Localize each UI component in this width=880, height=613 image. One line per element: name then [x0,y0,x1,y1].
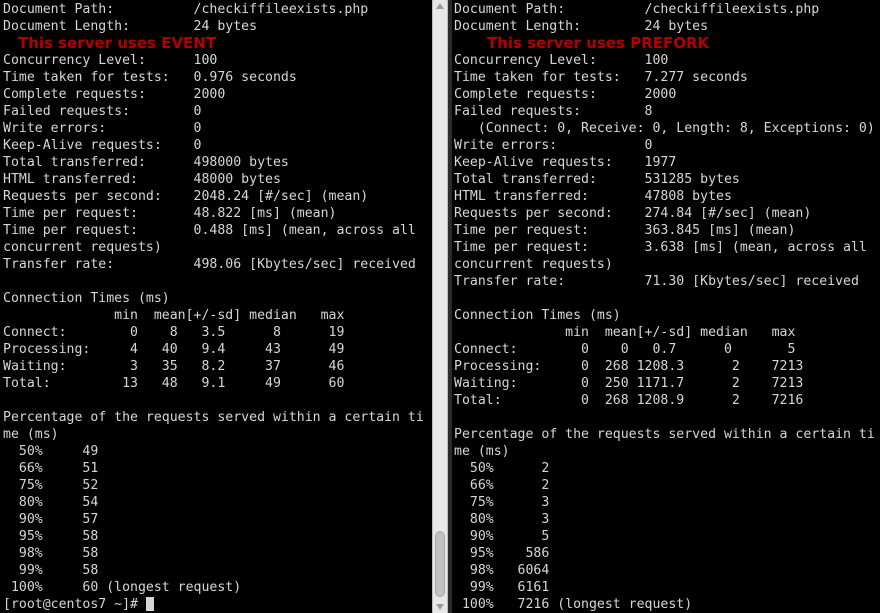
right-server-annotation: This server uses PREFORK [487,34,710,52]
terminal-line: Transfer rate: 498.06 [Kbytes/sec] recei… [3,257,416,272]
terminal-line: 95% 586 [454,546,550,561]
terminal-line: 80% 3 [454,512,550,527]
terminal-line: HTML transferred: 48000 bytes [3,172,281,187]
terminal-line: HTML transferred: 47808 bytes [454,189,732,204]
terminal-line: Document Path: /checkiffileexists.php [3,2,369,17]
terminal-line: Complete requests: 2000 [454,87,677,102]
terminal-line: 98% 58 [3,546,99,561]
terminal-line: Document Length: 24 bytes [454,19,709,34]
scroll-up-arrow-icon[interactable] [436,3,444,9]
left-terminal-pane[interactable]: [root@centos7 ~]# 100% 60 (longest reque… [0,0,432,613]
terminal-line: Failed requests: 8 [454,104,653,119]
terminal-line: concurrent requests) [3,240,162,255]
terminal-line: 66% 51 [3,461,99,476]
terminal-line: Total: 0 268 1208.9 2 7216 [454,393,804,408]
terminal-line: Keep-Alive requests: 0 [3,138,202,153]
terminal-line: concurrent requests) [454,257,613,272]
terminal-line: Document Length: 24 bytes [3,19,258,34]
terminal-line: min mean[+/-sd] median max [3,308,345,323]
terminal-line: 100% 60 (longest request) [3,580,242,595]
terminal-line: 100% 7216 (longest request) [454,597,693,612]
terminal-line: Write errors: 0 [3,121,202,136]
terminal-line: Connection Times (ms) [454,308,621,323]
left-terminal-scrollbar[interactable] [432,0,448,613]
terminal-line: 75% 3 [454,495,550,510]
scrollbar-thumb[interactable] [435,531,445,597]
terminal-line: Total: 13 48 9.1 49 60 [3,376,345,391]
terminal-line: Document Path: /checkiffileexists.php [454,2,820,17]
terminal-line: 99% 58 [3,563,99,578]
terminal-line: 75% 52 [3,478,99,493]
terminal-line: Percentage of the requests served within… [3,410,424,425]
terminal-line: 95% 58 [3,529,99,544]
terminal-line: (Connect: 0, Receive: 0, Length: 8, Exce… [454,121,875,136]
terminal-line: Connect: 0 0 0.7 0 5 [454,342,796,357]
terminal-line: me (ms) [3,427,59,442]
terminal-line: 90% 5 [454,529,550,544]
terminal-line: Waiting: 0 250 1171.7 2 7213 [454,376,804,391]
terminal-line: Requests per second: 274.84 [#/sec] (mea… [454,206,812,221]
terminal-line: Processing: 4 40 9.4 43 49 [3,342,345,357]
terminal-line: Requests per second: 2048.24 [#/sec] (me… [3,189,369,204]
terminal-line: 99% 6161 [454,580,550,595]
scroll-down-arrow-icon[interactable] [436,604,444,610]
terminal-line: 98% 6064 [454,563,550,578]
terminal-line: Concurrency Level: 100 [454,53,669,68]
terminal-line: Total transferred: 498000 bytes [3,155,289,170]
terminal-line: min mean[+/-sd] median max [454,325,796,340]
right-terminal-pane[interactable]: 100% 7216 (longest request) 99% 6161 98%… [452,0,880,613]
terminal-line: Complete requests: 2000 [3,87,226,102]
terminal-line: [root@centos7 ~]# [3,597,146,612]
terminal-line: Keep-Alive requests: 1977 [454,155,677,170]
terminal-line: Write errors: 0 [454,138,653,153]
terminal-line: Waiting: 3 35 8.2 37 46 [3,359,345,374]
terminal-line: Failed requests: 0 [3,104,202,119]
terminal-line: Time taken for tests: 0.976 seconds [3,70,297,85]
terminal-cursor [146,597,154,611]
terminal-line: 90% 57 [3,512,99,527]
terminal-line: Transfer rate: 71.30 [Kbytes/sec] receiv… [454,274,859,289]
terminal-line: 50% 2 [454,461,550,476]
terminal-line: 50% 49 [3,444,99,459]
terminal-line: Time per request: 0.488 [ms] (mean, acro… [3,223,416,238]
terminal-line: me (ms) [454,444,510,459]
terminal-line: 80% 54 [3,495,99,510]
terminal-line: Processing: 0 268 1208.3 2 7213 [454,359,804,374]
terminal-line: Total transferred: 531285 bytes [454,172,740,187]
terminal-line: Percentage of the requests served within… [454,427,875,442]
terminal-line: Connection Times (ms) [3,291,170,306]
terminal-line: Time per request: 3.638 [ms] (mean, acro… [454,240,867,255]
terminal-line: Time per request: 48.822 [ms] (mean) [3,206,337,221]
terminal-line: Time taken for tests: 7.277 seconds [454,70,748,85]
terminal-line: Concurrency Level: 100 [3,53,218,68]
terminal-line: Connect: 0 8 3.5 8 19 [3,325,345,340]
terminal-line: Time per request: 363.845 [ms] (mean) [454,223,796,238]
terminal-line: 66% 2 [454,478,550,493]
left-server-annotation: This server uses EVENT [18,34,217,52]
